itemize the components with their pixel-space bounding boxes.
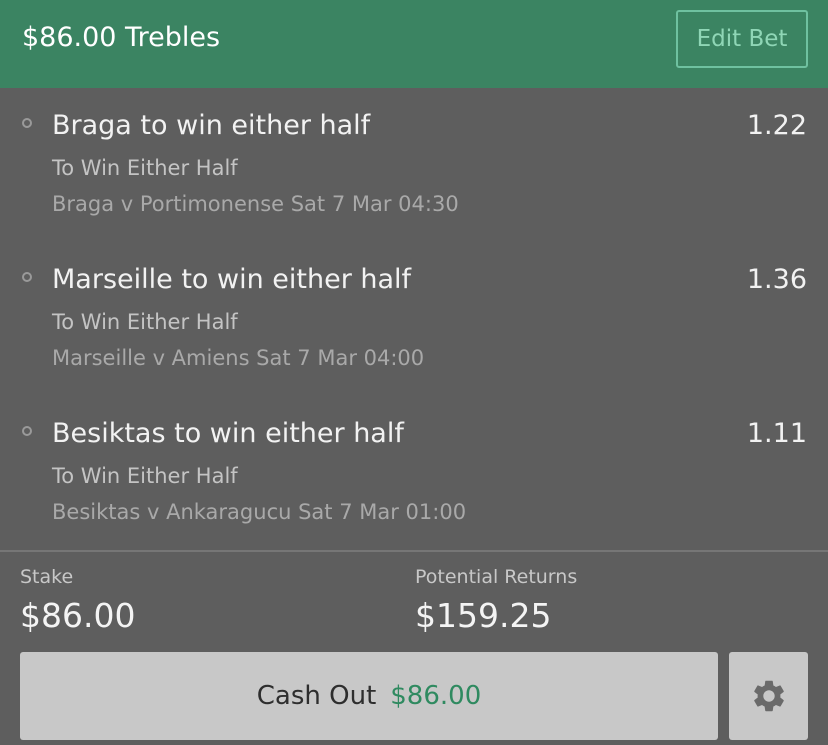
selection-market: To Win Either Half xyxy=(52,310,238,334)
edit-bet-button[interactable]: Edit Bet xyxy=(676,10,808,68)
returns-value: $159.25 xyxy=(415,596,552,635)
bet-title: $86.00 Trebles xyxy=(22,22,221,53)
selection-item: Braga to win either half 1.22 To Win Eit… xyxy=(0,88,828,238)
gear-icon xyxy=(753,680,784,712)
selection-title: Besiktas to win either half xyxy=(52,418,404,449)
section-divider xyxy=(0,550,828,552)
selection-item: Marseille to win either half 1.36 To Win… xyxy=(0,242,828,392)
selection-event: Marseille v Amiens Sat 7 Mar 04:00 xyxy=(52,346,425,370)
selection-odds: 1.11 xyxy=(746,418,807,449)
cash-out-amount: $86.00 xyxy=(390,681,482,711)
selection-market: To Win Either Half xyxy=(52,464,238,488)
selection-event: Braga v Portimonense Sat 7 Mar 04:30 xyxy=(52,192,459,216)
returns-label: Potential Returns xyxy=(415,566,578,588)
selection-market: To Win Either Half xyxy=(52,156,238,180)
stake-label: Stake xyxy=(20,566,74,588)
status-dot-icon xyxy=(22,426,32,436)
stake-value: $86.00 xyxy=(20,596,136,635)
settings-button[interactable] xyxy=(729,652,808,740)
status-dot-icon xyxy=(22,272,32,282)
bet-header: $86.00 Trebles Edit Bet xyxy=(0,0,828,88)
status-dot-icon xyxy=(22,118,32,128)
cash-out-button[interactable]: Cash Out $86.00 xyxy=(20,652,718,740)
selection-title: Marseille to win either half xyxy=(52,264,412,295)
cash-out-label: Cash Out xyxy=(256,681,377,711)
selection-odds: 1.22 xyxy=(746,110,807,141)
selection-event: Besiktas v Ankaragucu Sat 7 Mar 01:00 xyxy=(52,500,467,524)
selection-item: Besiktas to win either half 1.11 To Win … xyxy=(0,396,828,546)
selection-odds: 1.36 xyxy=(746,264,807,295)
bet-card: $86.00 Trebles Edit Bet Braga to win eit… xyxy=(0,0,828,745)
selection-title: Braga to win either half xyxy=(52,110,371,141)
